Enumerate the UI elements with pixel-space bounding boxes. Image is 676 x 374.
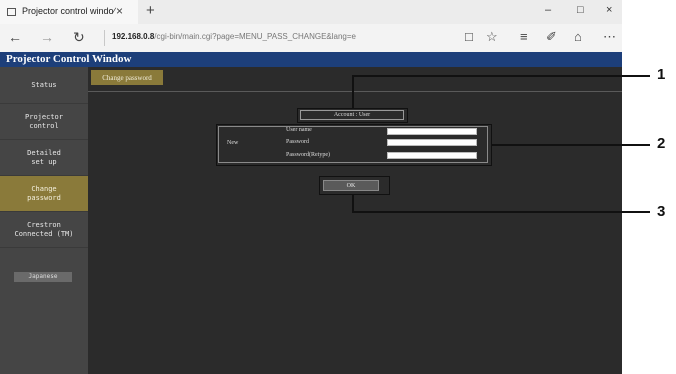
hub-icon[interactable]: ≡ xyxy=(520,29,528,44)
share-icon[interactable]: ⌂ xyxy=(574,29,582,44)
tab-close-icon[interactable]: × xyxy=(116,4,123,18)
address-divider xyxy=(104,30,105,46)
browser-tab-bar: Projector control windo∕ × + – □ × xyxy=(0,0,622,24)
page-header: Projector Control Window xyxy=(0,52,622,67)
sidebar-item-crestron-connected[interactable]: Crestron Connected (TM) xyxy=(0,212,88,248)
minimize-icon[interactable]: – xyxy=(545,4,551,16)
sidebar: Status Projector control Detailed set up… xyxy=(0,67,88,374)
sidebar-item-change-password[interactable]: Change password xyxy=(0,176,88,212)
callout-box-ok xyxy=(319,176,390,195)
address-path: /cgi-bin/main.cgi?page=MENU_PASS_CHANGE&… xyxy=(154,32,356,41)
language-button[interactable]: Japanese xyxy=(14,272,72,282)
refresh-icon[interactable]: ↻ xyxy=(73,29,85,46)
callout-number: 1 xyxy=(657,66,666,83)
page-title: Projector Control Window xyxy=(6,53,132,65)
leader-line xyxy=(352,195,354,212)
browser-nav-bar: ← → ↻ 192.168.0.8/cgi-bin/main.cgi?page=… xyxy=(0,24,622,52)
forward-icon[interactable]: → xyxy=(40,29,54,45)
address-host: 192.168.0.8 xyxy=(112,32,155,41)
maximize-icon[interactable]: □ xyxy=(577,4,584,16)
page-icon xyxy=(7,8,16,16)
browser-tab[interactable]: Projector control windo∕ × xyxy=(0,0,138,24)
leader-line xyxy=(352,211,650,213)
divider xyxy=(88,91,622,92)
more-icon[interactable]: ⋯ xyxy=(603,29,616,45)
change-password-tab-button[interactable]: Change password xyxy=(91,70,163,85)
leader-line xyxy=(492,144,650,146)
new-tab-icon[interactable]: + xyxy=(146,2,155,19)
leader-line xyxy=(352,75,650,77)
address-bar[interactable]: 192.168.0.8/cgi-bin/main.cgi?page=MENU_P… xyxy=(112,32,356,41)
callout-box-account xyxy=(297,108,408,123)
window-close-icon[interactable]: × xyxy=(606,4,612,16)
reading-view-icon[interactable]: □ xyxy=(465,29,473,44)
sidebar-item-detailed-set-up[interactable]: Detailed set up xyxy=(0,140,88,176)
web-note-icon[interactable]: ✐ xyxy=(546,29,557,45)
back-icon[interactable]: ← xyxy=(8,29,22,45)
leader-line xyxy=(352,75,354,108)
callout-number: 3 xyxy=(657,203,666,220)
tab-title: Projector control windo∕ xyxy=(22,6,116,16)
favorite-star-icon[interactable]: ☆ xyxy=(486,29,498,45)
sidebar-item-projector-control[interactable]: Projector control xyxy=(0,104,88,140)
callout-number: 2 xyxy=(657,135,666,152)
sidebar-item-status[interactable]: Status xyxy=(0,68,88,104)
callout-box-form xyxy=(216,124,492,166)
